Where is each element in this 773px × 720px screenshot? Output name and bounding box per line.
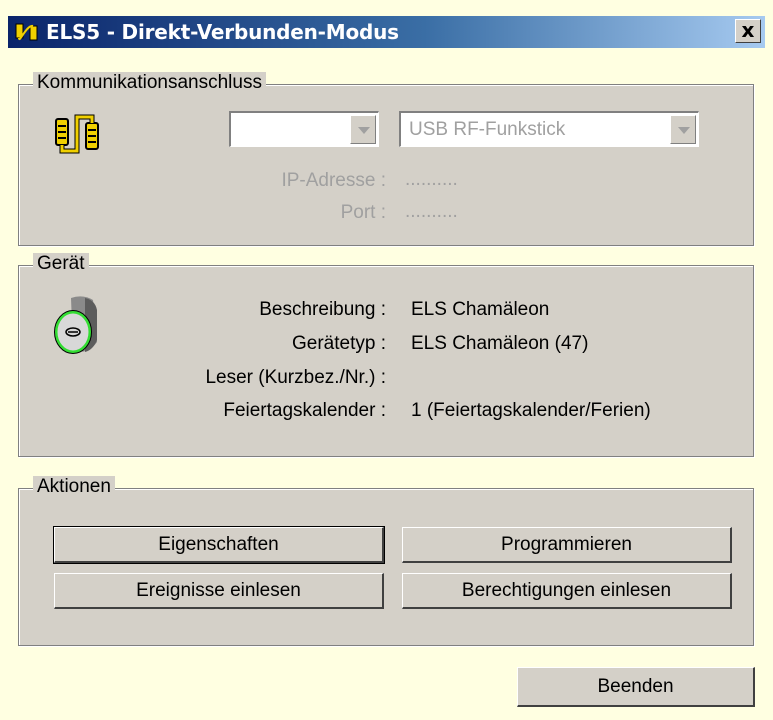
device-group-title: Gerät	[33, 253, 89, 275]
title-bar: ELS5 - Direkt-Verbunden-Modus x	[0, 0, 773, 60]
actions-group: Aktionen Eigenschaften Programmieren Ere…	[18, 476, 754, 646]
chevron-down-icon[interactable]	[350, 115, 376, 144]
program-button[interactable]: Programmieren	[402, 527, 732, 563]
read-permissions-button[interactable]: Berechtigungen einlesen	[402, 573, 732, 609]
communication-group-title: Kommunikationsanschluss	[33, 72, 266, 94]
port-combo[interactable]	[229, 111, 379, 147]
device-combo[interactable]: USB RF-Funkstick	[399, 111, 699, 147]
ip-address-value: ..........	[405, 169, 458, 190]
close-button[interactable]: x	[735, 19, 761, 43]
reader-label: Leser (Kurzbez./Nr.) :	[205, 367, 386, 388]
device-type-label: Gerätetyp :	[292, 333, 386, 354]
description-value: ELS Chamäleon	[411, 299, 550, 320]
read-events-button[interactable]: Ereignisse einlesen	[54, 573, 384, 609]
close-icon: x	[741, 18, 755, 42]
device-type-value: ELS Chamäleon (47)	[411, 333, 589, 354]
properties-button[interactable]: Eigenschaften	[53, 526, 385, 564]
reader-device-icon	[54, 296, 97, 354]
exit-button[interactable]: Beenden	[517, 667, 755, 707]
title-bar-inner[interactable]: ELS5 - Direkt-Verbunden-Modus x	[8, 16, 765, 48]
chevron-down-icon[interactable]	[670, 115, 696, 144]
port-value: ..........	[405, 201, 458, 222]
holiday-calendar-label: Feiertagskalender :	[223, 400, 386, 421]
communication-group: Kommunikationsanschluss USB RF-Funkstick…	[18, 72, 754, 246]
ip-address-label: IP-Adresse :	[281, 170, 386, 191]
actions-group-title: Aktionen	[33, 476, 115, 498]
holiday-calendar-value: 1 (Feiertagskalender/Ferien)	[411, 400, 651, 421]
device-combo-value: USB RF-Funkstick	[409, 119, 566, 140]
window-title: ELS5 - Direkt-Verbunden-Modus	[46, 20, 399, 44]
port-label: Port :	[340, 202, 386, 223]
app-icon	[15, 23, 38, 41]
description-label: Beschreibung :	[259, 299, 386, 320]
connection-cable-icon	[55, 114, 99, 154]
device-group: Gerät Beschreibung : ELS Chamäleon Gerät…	[18, 253, 754, 457]
